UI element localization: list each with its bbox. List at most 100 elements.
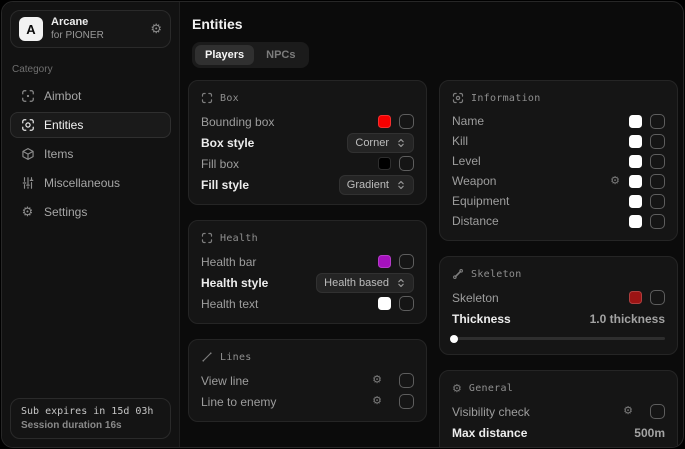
setting-row: Level xyxy=(452,151,665,171)
scan-eye-icon xyxy=(20,118,35,132)
gear-icon[interactable]: ⚙ xyxy=(623,406,633,417)
gear-icon[interactable]: ⚙ xyxy=(372,375,382,386)
setting-row: Weapon ⚙ xyxy=(452,171,665,191)
crosshair-icon xyxy=(20,89,35,103)
panel-header: Skeleton xyxy=(452,265,665,283)
setting-row: Distance xyxy=(452,211,665,231)
dropdown-value: Health based xyxy=(324,277,389,289)
row-label: Health style xyxy=(201,276,316,290)
gear-icon[interactable]: ⚙ xyxy=(610,176,620,187)
setting-row: Visibility check ⚙ xyxy=(452,401,665,422)
box-style-dropdown[interactable]: Corner xyxy=(347,133,414,153)
row-label: Health text xyxy=(201,297,378,311)
session-duration-text: Session duration 16s xyxy=(21,420,160,431)
setting-row: Equipment xyxy=(452,191,665,211)
color-swatch[interactable] xyxy=(629,195,642,208)
color-swatch[interactable] xyxy=(629,135,642,148)
fill-box-checkbox[interactable] xyxy=(399,156,414,171)
color-swatch[interactable] xyxy=(378,157,391,170)
health-corners-icon xyxy=(201,232,213,244)
brand-card: A Arcane for PIONER ⚙ xyxy=(10,10,171,48)
health-text-checkbox[interactable] xyxy=(399,296,414,311)
row-label: View line xyxy=(201,374,372,388)
app-window: A Arcane for PIONER ⚙ Category Aimbot xyxy=(1,1,684,448)
panel-box: Box Bounding box Box style Corner xyxy=(188,80,427,205)
sidebar-item-items[interactable]: Items xyxy=(10,141,171,167)
sidebar-nav: Aimbot Entities Items xyxy=(10,83,171,225)
row-label: Thickness xyxy=(452,312,590,326)
sidebar-item-settings[interactable]: ⚙ Settings xyxy=(10,199,171,225)
visibility-check-checkbox[interactable] xyxy=(650,404,665,419)
color-swatch[interactable] xyxy=(378,115,391,128)
setting-row: Skeleton xyxy=(452,287,665,308)
color-swatch[interactable] xyxy=(629,291,642,304)
setting-row: Bounding box xyxy=(201,111,414,132)
row-label: Level xyxy=(452,154,629,168)
thickness-value: 1.0 thickness xyxy=(590,312,665,326)
sidebar-item-label: Aimbot xyxy=(44,89,81,103)
row-label: Fill box xyxy=(201,157,378,171)
panel-header: Information xyxy=(452,89,665,107)
sidebar-item-miscellaneous[interactable]: Miscellaneous xyxy=(10,170,171,196)
fill-style-dropdown[interactable]: Gradient xyxy=(339,175,414,195)
panel-title: Information xyxy=(471,93,541,104)
left-column: Box Bounding box Box style Corner xyxy=(188,80,427,422)
gear-icon: ⚙ xyxy=(20,204,35,220)
logo-letter: A xyxy=(26,22,35,37)
sidebar-item-label: Settings xyxy=(44,205,87,219)
kill-checkbox[interactable] xyxy=(650,134,665,149)
dropdown-value: Gradient xyxy=(347,179,389,191)
unfold-icon xyxy=(396,278,406,288)
color-swatch[interactable] xyxy=(378,297,391,310)
setting-row: Kill xyxy=(452,131,665,151)
dropdown-value: Corner xyxy=(355,137,389,149)
setting-row: Line to enemy ⚙ xyxy=(201,391,414,412)
weapon-checkbox[interactable] xyxy=(650,174,665,189)
distance-checkbox[interactable] xyxy=(650,214,665,229)
setting-row: Fill style Gradient xyxy=(201,174,414,195)
row-label: Line to enemy xyxy=(201,395,372,409)
gear-icon[interactable]: ⚙ xyxy=(150,21,162,37)
skeleton-checkbox[interactable] xyxy=(650,290,665,305)
panel-title: Box xyxy=(220,93,239,104)
slider-thumb[interactable] xyxy=(450,335,458,343)
row-label: Box style xyxy=(201,136,347,150)
row-label: Fill style xyxy=(201,178,339,192)
color-swatch[interactable] xyxy=(629,155,642,168)
tab-npcs[interactable]: NPCs xyxy=(256,45,305,65)
brand-text: Arcane for PIONER xyxy=(51,16,142,42)
view-line-checkbox[interactable] xyxy=(399,373,414,388)
color-swatch[interactable] xyxy=(378,255,391,268)
row-label: Bounding box xyxy=(201,115,378,129)
sidebar-item-entities[interactable]: Entities xyxy=(10,112,171,138)
tab-players[interactable]: Players xyxy=(195,45,254,65)
color-swatch[interactable] xyxy=(629,115,642,128)
scan-info-icon xyxy=(452,92,464,104)
panel-lines: Lines View line ⚙ Line to enemy ⚙ xyxy=(188,339,427,422)
app-logo: A xyxy=(19,17,43,41)
name-checkbox[interactable] xyxy=(650,114,665,129)
health-bar-checkbox[interactable] xyxy=(399,254,414,269)
equipment-checkbox[interactable] xyxy=(650,194,665,209)
level-checkbox[interactable] xyxy=(650,154,665,169)
panel-health: Health Health bar Health style Health ba… xyxy=(188,220,427,324)
gear-icon[interactable]: ⚙ xyxy=(372,396,382,407)
line-icon xyxy=(201,351,213,363)
app-subtitle: for PIONER xyxy=(51,30,142,43)
color-swatch[interactable] xyxy=(629,175,642,188)
setting-row: Health text xyxy=(201,293,414,314)
sidebar-item-aimbot[interactable]: Aimbot xyxy=(10,83,171,109)
color-swatch[interactable] xyxy=(629,215,642,228)
panel-header: Health xyxy=(201,229,414,247)
bounding-box-checkbox[interactable] xyxy=(399,114,414,129)
subscription-card: Sub expires in 15d 03h Session duration … xyxy=(10,398,171,439)
row-label: Equipment xyxy=(452,194,629,208)
thickness-slider[interactable] xyxy=(452,337,665,340)
row-label: Health bar xyxy=(201,255,378,269)
line-to-enemy-checkbox[interactable] xyxy=(399,394,414,409)
sidebar-item-label: Entities xyxy=(44,118,83,132)
tab-group: Players NPCs xyxy=(192,42,309,68)
health-style-dropdown[interactable]: Health based xyxy=(316,273,414,293)
panel-information: Information Name Kill Level xyxy=(439,80,678,241)
category-label: Category xyxy=(12,64,169,75)
